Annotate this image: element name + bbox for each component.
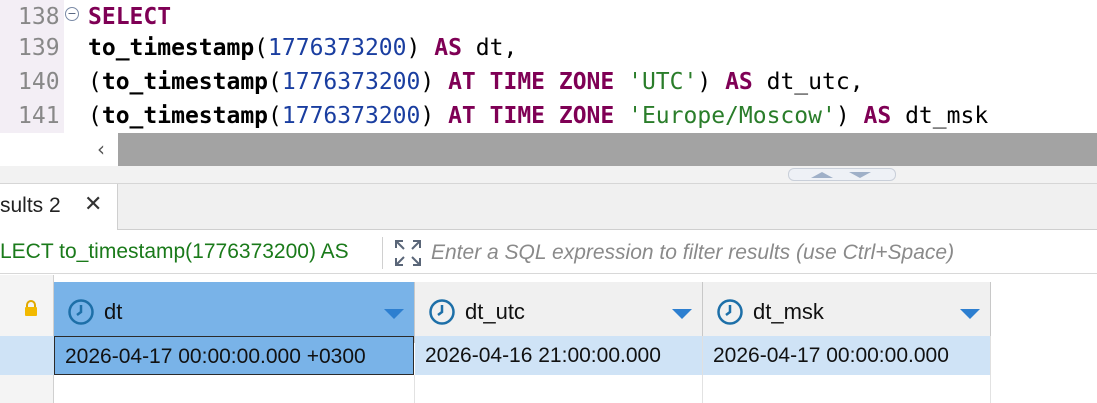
code-token: )	[835, 103, 864, 129]
code-token: SELECT	[88, 4, 172, 30]
code-text: to_timestamp(1776373200) AS dt,	[88, 31, 517, 65]
code-line[interactable]: 139 to_timestamp(1776373200) AS dt,	[0, 31, 1097, 65]
sort-dropdown-icon[interactable]	[960, 309, 980, 319]
collapse-down-icon[interactable]	[849, 172, 871, 178]
sql-editor[interactable]: 138− SELECT 139 to_timestamp(1776373200) AS…	[0, 0, 1097, 133]
code-token: 'Europe/Moscow'	[628, 103, 836, 129]
code-token: (	[88, 69, 102, 95]
table-cell-dt[interactable]: 2026-04-17 00:00:00.000 +0300	[54, 336, 414, 375]
column-name: dt	[104, 299, 123, 324]
code-token: (	[88, 103, 102, 129]
code-token: to_timestamp	[101, 69, 269, 95]
editor-horizontal-scrollbar[interactable]: ‹	[84, 133, 1097, 166]
tab-label: sults 2	[0, 194, 61, 217]
code-token: )	[420, 103, 449, 129]
code-token: dt_msk	[891, 103, 989, 129]
clock-icon	[68, 299, 94, 325]
code-token: 1776373200	[268, 35, 407, 61]
code-token: AS	[725, 69, 753, 95]
code-token: to_timestamp	[101, 103, 269, 129]
code-token: )	[406, 35, 435, 61]
code-token: 1776373200	[281, 69, 421, 95]
expand-icon[interactable]	[393, 238, 423, 268]
code-token: (	[268, 69, 282, 95]
code-text: (to_timestamp(1776373200) AT TIME ZONE '…	[88, 99, 988, 133]
results-tab-bar: sults 2 ✕	[0, 184, 1097, 230]
line-number: 138	[18, 4, 60, 30]
line-number: 140	[18, 69, 60, 95]
clock-icon	[717, 299, 743, 325]
column-header-dt[interactable]: dt	[54, 282, 415, 343]
chevron-left-icon[interactable]: ‹	[84, 133, 118, 166]
grid-line	[702, 375, 703, 403]
code-token: (	[268, 103, 282, 129]
filter-bar: LECT to_timestamp(1776373200) AS	[0, 231, 1097, 274]
grid-line	[414, 375, 415, 403]
filter-query-text[interactable]: LECT to_timestamp(1776373200) AS	[0, 240, 377, 264]
table-cell-dt-msk[interactable]: 2026-04-17 00:00:00.000	[703, 336, 991, 375]
divider	[382, 237, 383, 269]
code-token: (	[254, 35, 269, 61]
code-line[interactable]: 141 (to_timestamp(1776373200) AT TIME ZON…	[0, 99, 1097, 133]
line-number: 139	[18, 35, 60, 61]
code-token: AS	[863, 103, 892, 129]
code-text: SELECT	[88, 0, 171, 34]
code-token: )	[697, 69, 726, 95]
line-number: 141	[18, 103, 60, 129]
column-name: dt_msk	[753, 299, 824, 324]
tab-results-2[interactable]: sults 2 ✕	[0, 184, 118, 230]
code-token: 1776373200	[281, 103, 421, 129]
column-header-dt-utc[interactable]: dt_utc	[415, 282, 703, 343]
column-name: dt_utc	[465, 299, 525, 324]
code-token: dt_utc,	[752, 69, 864, 95]
filter-input[interactable]	[431, 237, 1081, 269]
code-line[interactable]: 138− SELECT	[0, 0, 1097, 34]
sort-dropdown-icon[interactable]	[384, 309, 404, 319]
code-token: )	[420, 69, 449, 95]
panel-splitter[interactable]	[0, 166, 1097, 184]
scrollbar-thumb[interactable]	[118, 133, 1097, 166]
clock-icon	[429, 299, 455, 325]
results-grid: dt dt_utc dt_msk 2026-04-17 00:00:00.000…	[0, 275, 1097, 403]
table-cell-dt-utc[interactable]: 2026-04-16 21:00:00.000	[415, 336, 703, 375]
code-token: 'UTC'	[628, 69, 698, 95]
sort-dropdown-icon[interactable]	[672, 309, 692, 319]
code-token: to_timestamp	[88, 35, 255, 61]
collapse-up-icon[interactable]	[811, 172, 833, 178]
grid-line	[990, 375, 991, 403]
close-icon[interactable]: ✕	[84, 193, 102, 217]
code-line[interactable]: 140 (to_timestamp(1776373200) AT TIME ZON…	[0, 65, 1097, 99]
code-token: AT TIME ZONE	[448, 69, 615, 95]
lock-icon	[25, 300, 37, 316]
fold-toggle-icon[interactable]: −	[65, 7, 79, 21]
row-marker[interactable]	[0, 336, 54, 375]
code-token: AS	[434, 35, 462, 61]
code-token: dt,	[461, 35, 518, 61]
splitter-toggle[interactable]	[788, 168, 896, 181]
column-header-dt-msk[interactable]: dt_msk	[703, 282, 991, 343]
code-text: (to_timestamp(1776373200) AT TIME ZONE '…	[88, 65, 864, 99]
code-token: AT TIME ZONE	[448, 103, 615, 129]
